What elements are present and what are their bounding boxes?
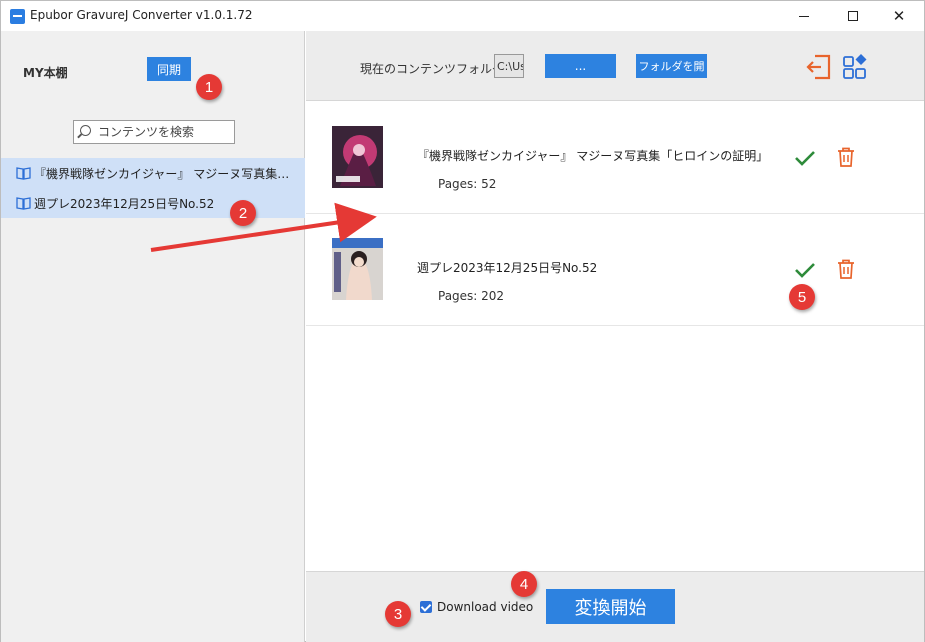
- close-button[interactable]: ✕: [876, 1, 922, 31]
- book-row: 週プレ2023年12月25日号No.52 Pages: 202: [306, 214, 924, 326]
- maximize-icon: [848, 11, 858, 21]
- search-box[interactable]: [73, 120, 235, 144]
- minimize-button[interactable]: [781, 1, 827, 31]
- search-icon: [80, 125, 91, 136]
- book-list-item[interactable]: 週プレ2023年12月25日号No.52: [1, 188, 305, 218]
- library-title: MY本棚: [23, 66, 68, 80]
- search-input[interactable]: [98, 124, 230, 140]
- page-count: Pages: 202: [438, 289, 505, 303]
- book-detail-list: 『機界戦隊ゼンカイジャー』 マジーヌ写真集「ヒロインの証明」 Pages: 52: [306, 102, 924, 571]
- browse-folder-button[interactable]: ...: [545, 54, 616, 78]
- content-folder-label: 現在のコンテンツフォルダ：: [360, 62, 517, 76]
- download-video-checkbox[interactable]: [420, 601, 432, 613]
- toolbar: 現在のコンテンツフォルダ： C:\Us ... フォルダを開: [306, 31, 924, 101]
- sync-button[interactable]: 同期: [147, 57, 191, 81]
- annotation-badge: 4: [511, 571, 537, 597]
- convert-button[interactable]: 変換開始: [546, 589, 675, 624]
- page-count: Pages: 52: [438, 177, 497, 191]
- book-title: 『機界戦隊ゼンカイジャー』 マジーヌ写真集「ヒロインの証明」: [417, 149, 769, 163]
- book-list-item[interactable]: 『機界戦隊ゼンカイジャー』 マジーヌ写真集「ヒロイン...: [1, 158, 305, 188]
- app-logo-icon: [10, 9, 25, 24]
- content-folder-path[interactable]: C:\Us: [494, 54, 524, 78]
- annotation-badge: 5: [789, 284, 815, 310]
- window-title: Epubor GravureJ Converter v1.0.1.72: [30, 8, 253, 22]
- trash-icon[interactable]: [837, 259, 855, 279]
- title-bar: Epubor GravureJ Converter v1.0.1.72 ✕: [1, 1, 924, 31]
- annotation-badge: 2: [230, 200, 256, 226]
- close-icon: ✕: [892, 7, 906, 25]
- layout-grid-icon[interactable]: [842, 53, 870, 81]
- book-list: 『機界戦隊ゼンカイジャー』 マジーヌ写真集「ヒロイン... 週プレ2023年12…: [1, 158, 305, 218]
- export-icon[interactable]: [805, 53, 833, 81]
- maximize-button[interactable]: [830, 1, 876, 31]
- open-folder-button[interactable]: フォルダを開: [636, 54, 707, 78]
- open-book-icon: [16, 166, 31, 180]
- app-window: Epubor GravureJ Converter v1.0.1.72 ✕ MY…: [0, 0, 925, 642]
- library-sidebar: MY本棚 同期 『機界戦隊ゼンカイジャー』 マジーヌ写真集「ヒロイン... 週プ…: [1, 31, 305, 642]
- book-title: 『機界戦隊ゼンカイジャー』 マジーヌ写真集「ヒロイン...: [34, 166, 292, 181]
- open-book-icon: [16, 196, 31, 210]
- annotation-badge: 3: [385, 601, 411, 627]
- book-row: 『機界戦隊ゼンカイジャー』 マジーヌ写真集「ヒロインの証明」 Pages: 52: [306, 102, 924, 214]
- book-cover-image: [332, 126, 383, 188]
- check-icon: [794, 261, 816, 279]
- trash-icon[interactable]: [837, 147, 855, 167]
- annotation-badge: 1: [196, 74, 222, 100]
- book-cover-image: [332, 238, 383, 300]
- book-title: 週プレ2023年12月25日号No.52: [417, 261, 598, 275]
- minimize-icon: [799, 15, 809, 17]
- download-video-label[interactable]: Download video: [437, 600, 533, 614]
- check-icon: [794, 149, 816, 167]
